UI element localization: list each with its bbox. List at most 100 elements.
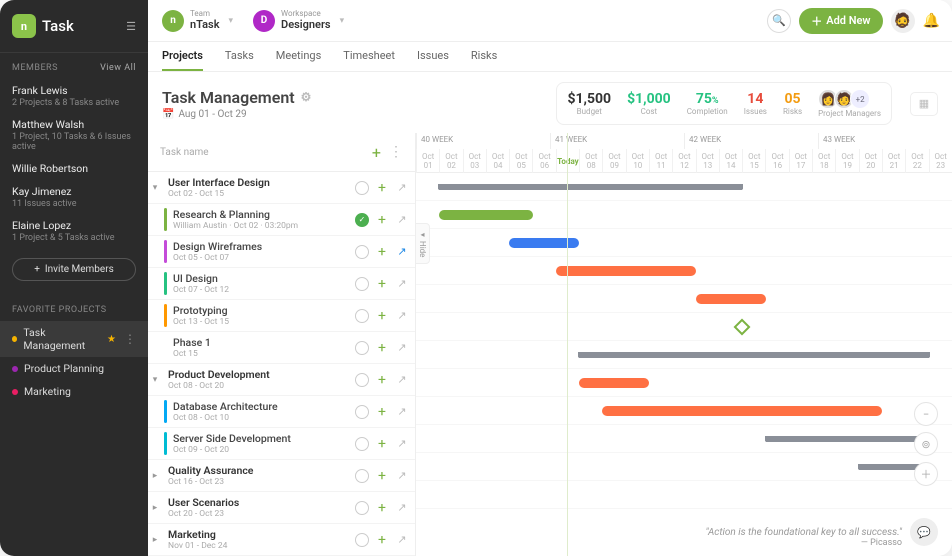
members-header: MEMBERS [12, 63, 58, 73]
search-button[interactable]: 🔍 [767, 9, 791, 33]
external-link-icon[interactable]: ↗ [395, 469, 409, 482]
sidebar-project[interactable]: Marketing [0, 380, 148, 403]
external-link-icon[interactable]: ↗ [395, 309, 409, 322]
complete-toggle[interactable]: ✓ [355, 213, 369, 227]
task-row[interactable]: Database ArchitectureOct 08 - Oct 10+↗ [148, 396, 415, 428]
task-list-menu[interactable]: ⋮ [389, 144, 403, 160]
add-subtask-button[interactable]: + [375, 532, 389, 548]
task-row[interactable]: Server Side DevelopmentOct 09 - Oct 20+↗ [148, 428, 415, 460]
external-link-icon[interactable]: ↗ [395, 501, 409, 514]
sidebar-member[interactable]: Kay Jimenez11 Issues active [0, 180, 148, 214]
external-link-icon[interactable]: ↗ [395, 405, 409, 418]
add-new-button[interactable]: ＋ Add New [799, 8, 882, 34]
add-subtask-button[interactable]: + [375, 468, 389, 484]
project-managers-avatars[interactable]: 👩🧑 +2 [818, 89, 881, 109]
star-icon[interactable]: ★ [107, 334, 116, 345]
complete-toggle[interactable] [355, 469, 369, 483]
complete-toggle[interactable] [355, 341, 369, 355]
external-link-icon[interactable]: ↗ [395, 373, 409, 386]
complete-toggle[interactable] [355, 181, 369, 195]
external-link-icon[interactable]: ↗ [395, 341, 409, 354]
add-subtask-button[interactable]: + [375, 244, 389, 260]
zoom-in-button[interactable]: ＋ [914, 462, 938, 486]
chevron-down-icon[interactable]: ▾ [148, 183, 162, 193]
summary-bar[interactable] [766, 436, 929, 442]
task-row[interactable]: ▸MarketingNov 01 - Dec 24+↗ [148, 524, 415, 556]
complete-toggle[interactable] [355, 277, 369, 291]
tab-timesheet[interactable]: Timesheet [343, 49, 395, 71]
view-toggle-button[interactable]: ▦ [910, 92, 938, 116]
sidebar-project[interactable]: Task Management★⋮ [0, 321, 148, 357]
task-row[interactable]: Research & PlanningWilliam Austin · Oct … [148, 204, 415, 236]
task-bar[interactable] [696, 294, 766, 304]
hamburger-icon[interactable]: ☰ [126, 20, 136, 33]
chevron-down-icon[interactable]: ▾ [148, 375, 162, 385]
task-row[interactable]: ▾Product DevelopmentOct 08 - Oct 20+↗ [148, 364, 415, 396]
task-row[interactable]: ▸User ScenariosOct 20 - Oct 23+↗ [148, 492, 415, 524]
milestone-marker[interactable] [734, 319, 751, 336]
complete-toggle[interactable] [355, 501, 369, 515]
sidebar-member[interactable]: Elaine Lopez1 Project & 5 Tasks active [0, 214, 148, 248]
sidebar-member[interactable]: Frank Lewis2 Projects & 8 Tasks active [0, 79, 148, 113]
complete-toggle[interactable] [355, 405, 369, 419]
add-subtask-button[interactable]: + [375, 436, 389, 452]
tab-issues[interactable]: Issues [417, 49, 449, 71]
complete-toggle[interactable] [355, 437, 369, 451]
view-all-link[interactable]: View All [100, 63, 136, 73]
task-row[interactable]: ▸Quality AssuranceOct 16 - Oct 23+↗ [148, 460, 415, 492]
external-link-icon[interactable]: ↗ [395, 245, 409, 258]
complete-toggle[interactable] [355, 245, 369, 259]
sidebar-member[interactable]: Matthew Walsh1 Project, 10 Tasks & 6 Iss… [0, 113, 148, 157]
tab-projects[interactable]: Projects [162, 49, 203, 71]
add-subtask-button[interactable]: + [375, 212, 389, 228]
sidebar-member[interactable]: Willie Robertson [0, 157, 148, 180]
chat-icon[interactable]: 💬 [910, 518, 938, 546]
tab-risks[interactable]: Risks [471, 49, 497, 71]
chevron-down-icon[interactable]: ▸ [148, 503, 162, 513]
task-bar[interactable] [439, 210, 532, 220]
add-subtask-button[interactable]: + [375, 340, 389, 356]
task-bar[interactable] [579, 378, 649, 388]
invite-members-button[interactable]: + Invite Members [12, 258, 136, 281]
chevron-down-icon[interactable]: ▸ [148, 471, 162, 481]
add-subtask-button[interactable]: + [375, 308, 389, 324]
workspace-selector[interactable]: D Workspace Designers ▾ [251, 8, 354, 34]
summary-bar[interactable] [439, 184, 742, 190]
external-link-icon[interactable]: ↗ [395, 277, 409, 290]
tab-tasks[interactable]: Tasks [225, 49, 254, 71]
external-link-icon[interactable]: ↗ [395, 181, 409, 194]
task-bar[interactable] [602, 406, 882, 416]
external-link-icon[interactable]: ↗ [395, 213, 409, 226]
task-row[interactable]: UI DesignOct 07 - Oct 12+↗ [148, 268, 415, 300]
sidebar-project[interactable]: Product Planning [0, 357, 148, 380]
summary-bar[interactable] [579, 352, 929, 358]
complete-toggle[interactable] [355, 309, 369, 323]
task-bar[interactable] [509, 238, 579, 248]
hide-panel-toggle[interactable]: ◂ Hide [416, 223, 430, 264]
external-link-icon[interactable]: ↗ [395, 437, 409, 450]
kebab-icon[interactable]: ⋮ [124, 332, 136, 346]
task-row[interactable]: ▾User Interface DesignOct 02 - Oct 15+↗ [148, 172, 415, 204]
complete-toggle[interactable] [355, 373, 369, 387]
task-row[interactable]: Phase 1Oct 15+↗ [148, 332, 415, 364]
task-bar[interactable] [556, 266, 696, 276]
add-subtask-button[interactable]: + [375, 500, 389, 516]
add-task-button[interactable]: + [372, 143, 381, 162]
gear-icon[interactable]: ⚙ [301, 90, 312, 104]
task-row[interactable]: PrototypingOct 13 - Oct 15+↗ [148, 300, 415, 332]
team-selector[interactable]: n Team nTask ▾ [160, 8, 243, 34]
add-subtask-button[interactable]: + [375, 404, 389, 420]
chevron-down-icon[interactable]: ▸ [148, 535, 162, 545]
complete-toggle[interactable] [355, 533, 369, 547]
external-link-icon[interactable]: ↗ [395, 533, 409, 546]
app-logo[interactable]: n Task ☰ [0, 0, 148, 53]
add-subtask-button[interactable]: + [375, 180, 389, 196]
tab-meetings[interactable]: Meetings [276, 49, 321, 71]
add-subtask-button[interactable]: + [375, 372, 389, 388]
user-avatar[interactable]: 🧔 [891, 9, 915, 33]
zoom-fit-button[interactable]: ⊚ [914, 432, 938, 456]
add-subtask-button[interactable]: + [375, 276, 389, 292]
bell-icon[interactable]: 🔔 [923, 13, 940, 29]
zoom-out-button[interactable]: − [914, 402, 938, 426]
task-row[interactable]: Design WireframesOct 05 - Oct 07+↗ [148, 236, 415, 268]
